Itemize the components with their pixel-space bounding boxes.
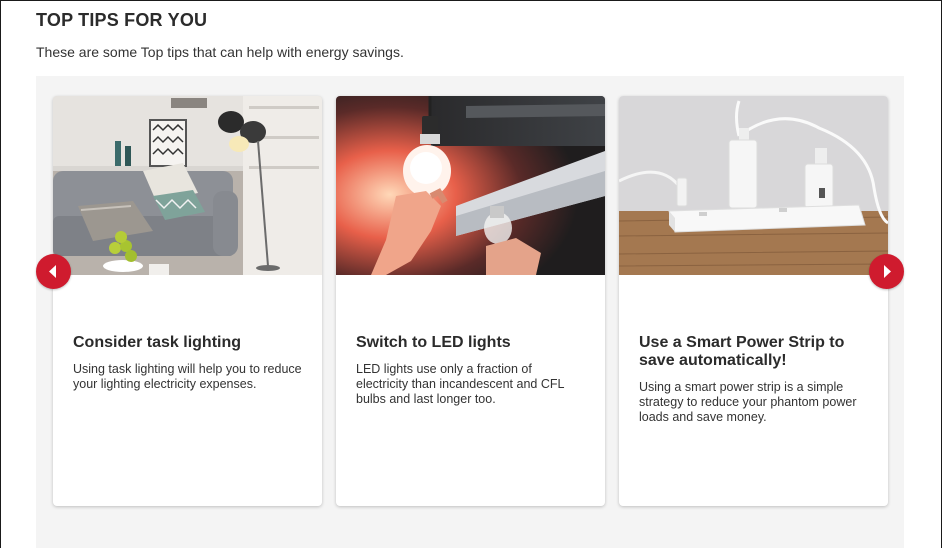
- section-title: TOP TIPS FOR YOU: [36, 10, 208, 30]
- chevron-left-icon: [49, 265, 56, 278]
- carousel-prev-button[interactable]: [36, 254, 71, 289]
- card-title: Consider task lighting: [73, 334, 242, 351]
- led-bulb-hands-photo: [336, 96, 605, 275]
- card-title: Switch to LED lights: [356, 334, 511, 351]
- section-subtitle: These are some Top tips that can help wi…: [36, 44, 404, 60]
- card-text: Using a smart power strip is a simple st…: [639, 380, 857, 424]
- living-room-task-lamp-photo: [53, 96, 322, 275]
- smart-power-strip-photo: [619, 96, 888, 275]
- carousel-next-button[interactable]: [869, 254, 904, 289]
- card-title: Use a Smart Power Strip to save automati…: [639, 334, 845, 369]
- card-text: LED lights use only a fraction of electr…: [356, 362, 564, 406]
- card-text: Using task lighting will help you to red…: [73, 362, 302, 391]
- chevron-right-icon: [884, 265, 891, 278]
- tip-card-task-lighting[interactable]: Consider task lighting Using task lighti…: [53, 96, 322, 506]
- tip-card-smart-power-strip[interactable]: Use a Smart Power Strip to save automati…: [619, 96, 888, 506]
- tip-card-led-lights[interactable]: Switch to LED lights LED lights use only…: [336, 96, 605, 506]
